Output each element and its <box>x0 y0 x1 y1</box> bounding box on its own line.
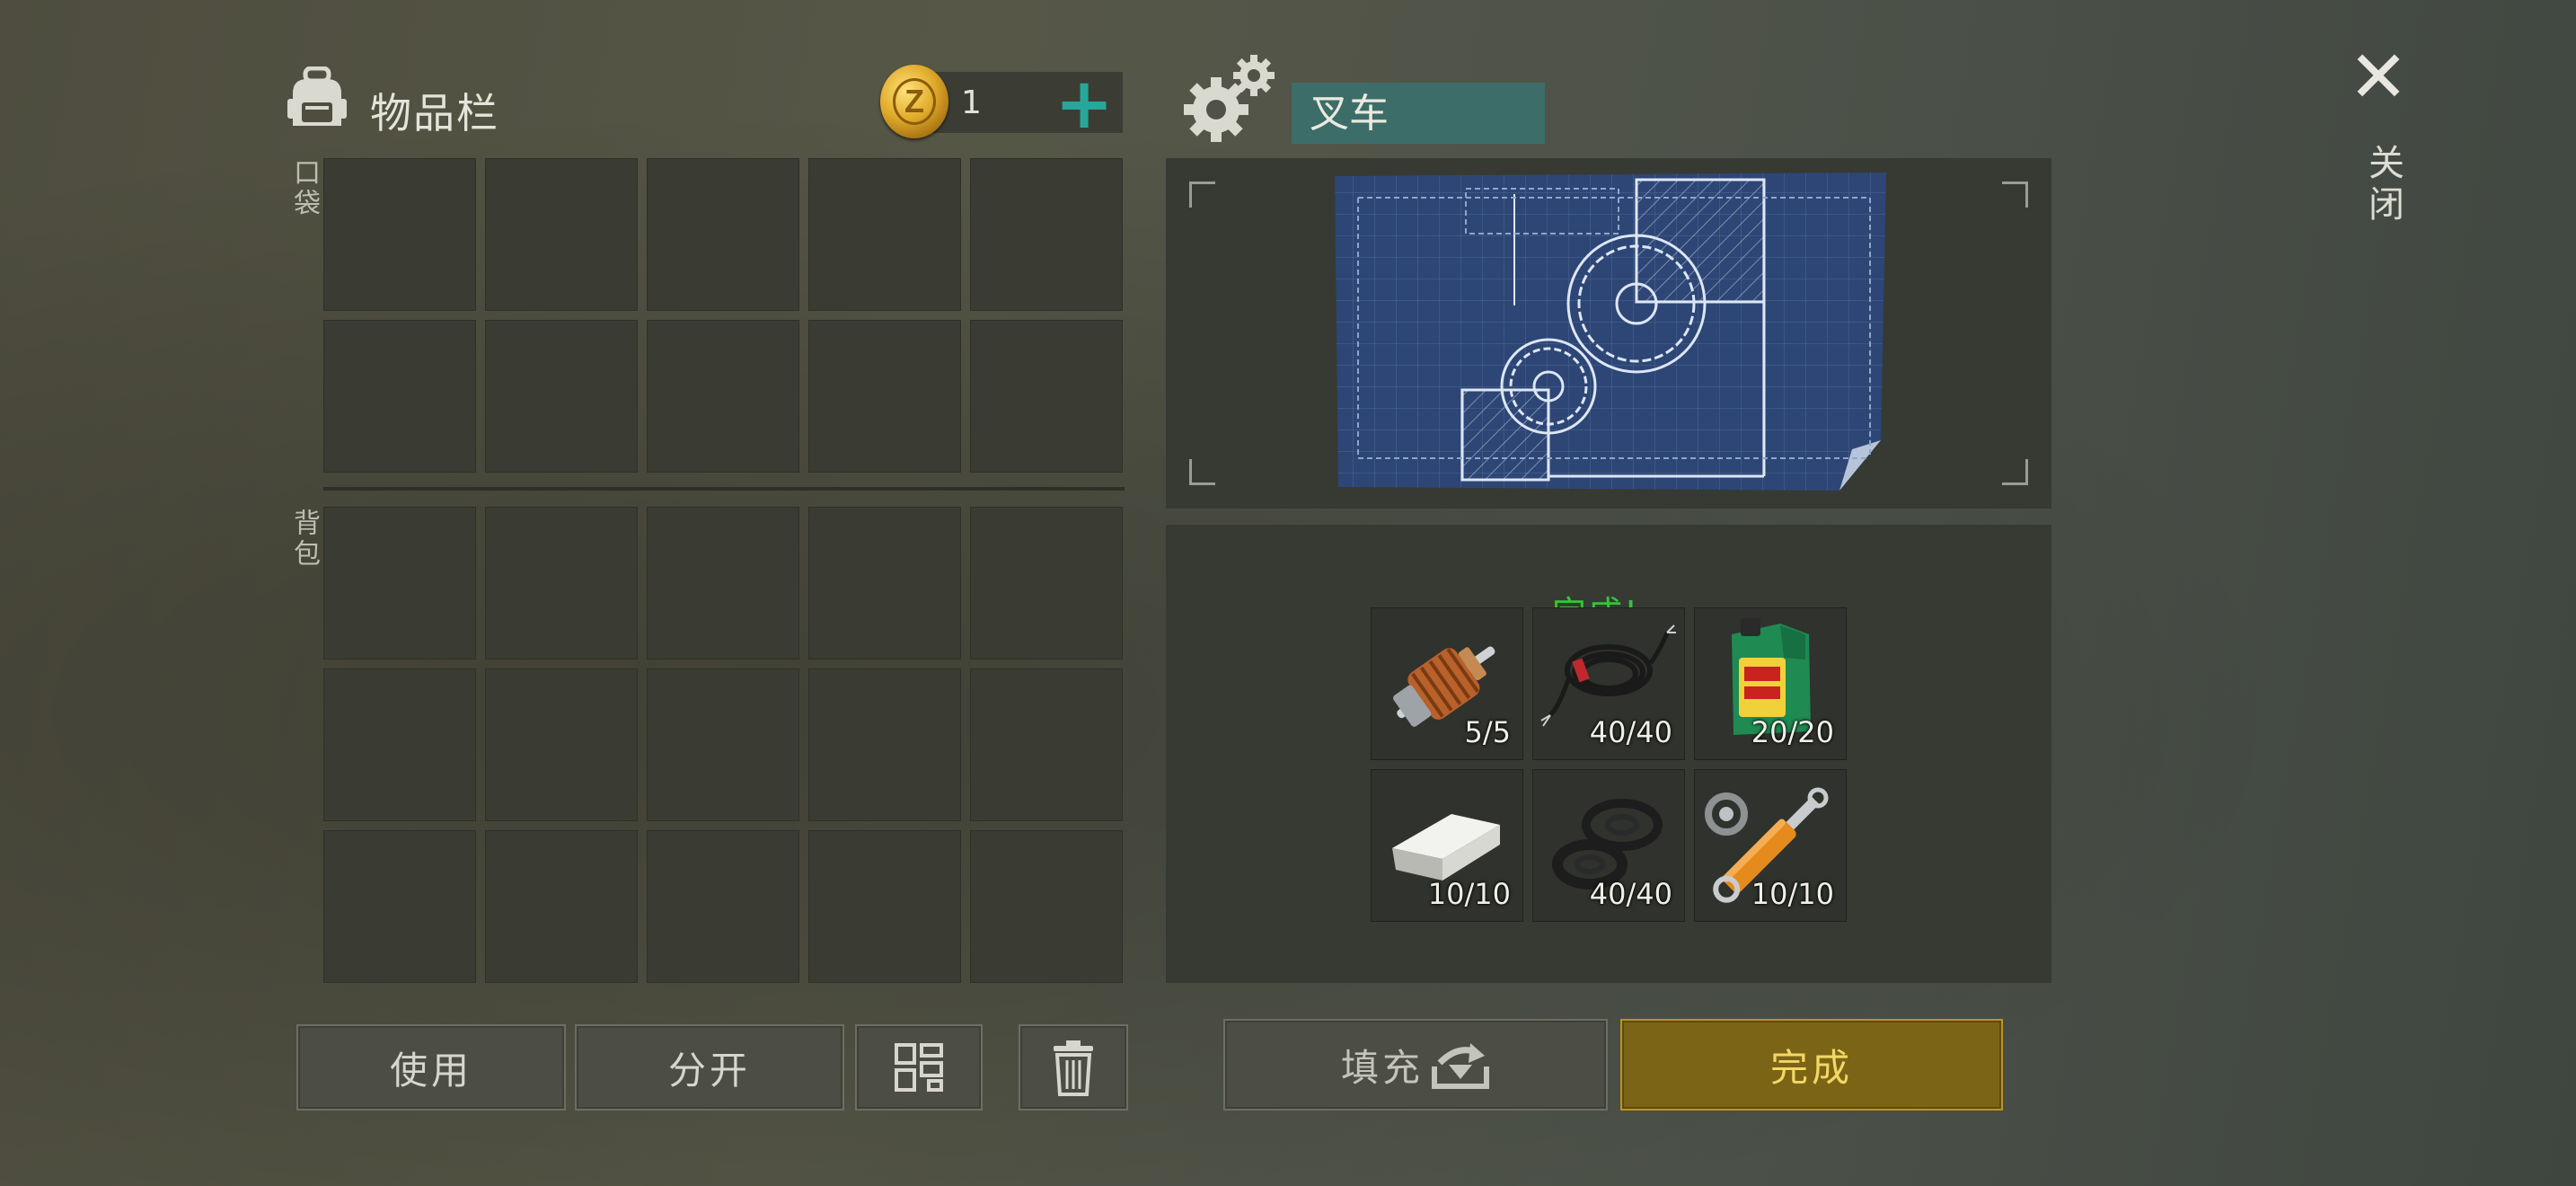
ingredients-panel: 完成! 5/5 <box>1166 525 2051 983</box>
use-button-label: 使用 <box>389 1048 472 1093</box>
add-coins-button[interactable]: + <box>1053 69 1116 139</box>
pocket-grid <box>323 158 1125 473</box>
recipe-name: 叉车 <box>1292 83 1545 144</box>
ingredient-slot[interactable]: 40/40 <box>1532 769 1685 922</box>
complete-button-label: 完成 <box>1769 1045 1853 1090</box>
inventory-slot[interactable] <box>808 320 961 473</box>
inventory-slot[interactable] <box>808 830 961 983</box>
inventory-slot[interactable] <box>647 830 799 983</box>
fill-button[interactable]: 填充 <box>1223 1019 1608 1111</box>
ingredient-slot[interactable]: 20/20 <box>1694 607 1847 760</box>
ingredient-slot[interactable]: 10/10 <box>1371 769 1523 922</box>
inventory-slot[interactable] <box>485 830 638 983</box>
inventory-slot[interactable] <box>485 668 638 821</box>
inventory-slot[interactable] <box>647 507 799 659</box>
inventory-slot[interactable] <box>970 830 1123 983</box>
blueprint-image <box>1331 171 1892 494</box>
coin-count: 1 <box>961 84 982 121</box>
inventory-slot[interactable] <box>970 507 1123 659</box>
inventory-slot[interactable] <box>485 320 638 473</box>
inventory-slot[interactable] <box>808 158 961 311</box>
gears-icon <box>1184 50 1277 144</box>
close-label[interactable]: 关闭 <box>2357 144 2409 226</box>
fill-arrow-icon <box>1432 1043 1489 1089</box>
inventory-slot[interactable] <box>647 668 799 821</box>
backpack-icon <box>286 66 348 131</box>
fill-button-label: 填充 <box>1340 1045 1424 1090</box>
inventory-slot[interactable] <box>485 507 638 659</box>
ingredient-slot[interactable]: 10/10 <box>1694 769 1847 922</box>
blueprint-panel <box>1166 158 2051 509</box>
coin-icon: Z <box>880 65 948 138</box>
inventory-slot[interactable] <box>970 158 1123 311</box>
ingredient-slot[interactable]: 40/40 <box>1532 607 1685 760</box>
complete-button[interactable]: 完成 <box>1620 1019 2003 1111</box>
use-button[interactable]: 使用 <box>296 1024 566 1111</box>
ingredient-count: 40/40 <box>1589 877 1672 911</box>
inventory-title: 物品栏 <box>370 89 499 137</box>
pocket-section-label: 口袋 <box>288 158 320 219</box>
inventory-slot[interactable] <box>323 830 476 983</box>
sort-grid-icon <box>895 1043 943 1092</box>
trash-icon <box>1054 1040 1093 1096</box>
inventory-slot[interactable] <box>485 158 638 311</box>
split-button[interactable]: 分开 <box>575 1024 844 1111</box>
delete-button[interactable] <box>1019 1024 1128 1111</box>
inventory-slot[interactable] <box>970 320 1123 473</box>
ingredient-count: 40/40 <box>1589 715 1672 749</box>
inventory-slot[interactable] <box>970 668 1123 821</box>
section-divider <box>323 487 1125 491</box>
ingredient-slot[interactable]: 5/5 <box>1371 607 1523 760</box>
inventory-slot[interactable] <box>323 668 476 821</box>
inventory-slot[interactable] <box>323 158 476 311</box>
ingredient-count: 10/10 <box>1427 877 1511 911</box>
ingredient-count: 20/20 <box>1751 715 1834 749</box>
ingredient-count: 10/10 <box>1751 877 1834 911</box>
inventory-slot[interactable] <box>808 668 961 821</box>
close-icon[interactable]: ✕ <box>2342 41 2414 113</box>
sort-button[interactable] <box>855 1024 983 1111</box>
inventory-slot[interactable] <box>323 320 476 473</box>
inventory-slot[interactable] <box>647 158 799 311</box>
inventory-slot[interactable] <box>808 507 961 659</box>
inventory-slot[interactable] <box>647 320 799 473</box>
ingredient-count: 5/5 <box>1464 715 1512 749</box>
backpack-grid <box>323 507 1125 983</box>
inventory-slot[interactable] <box>323 507 476 659</box>
backpack-section-label: 背包 <box>288 509 320 570</box>
split-button-label: 分开 <box>667 1048 751 1093</box>
